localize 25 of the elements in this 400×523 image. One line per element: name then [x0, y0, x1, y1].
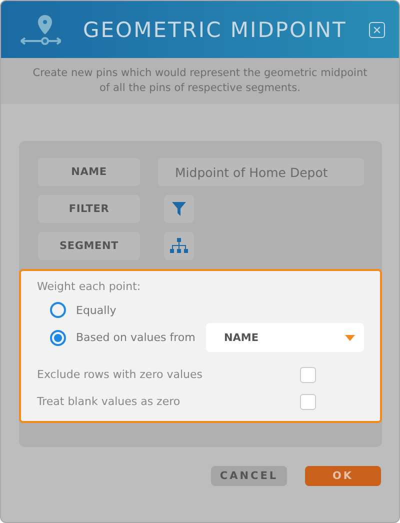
radio-button[interactable] — [50, 330, 66, 346]
checkbox[interactable] — [300, 366, 316, 382]
checkbox[interactable] — [300, 394, 316, 410]
column-dropdown[interactable]: NAME — [206, 323, 364, 352]
radio-button[interactable] — [50, 302, 66, 318]
ok-button[interactable]: OK — [305, 466, 381, 486]
field-label: NAME — [38, 158, 140, 186]
radio-label: Equally — [76, 304, 116, 316]
radio-label: Based on values from — [76, 331, 196, 344]
cancel-button[interactable]: CANCEL — [211, 466, 287, 486]
field-label: FILTER — [38, 195, 140, 223]
filter-icon — [172, 202, 186, 216]
checkbox-label: Treat blank values as zero — [37, 395, 180, 408]
checkbox-label: Exclude rows with zero values — [37, 368, 202, 381]
weight-label: Weight each point: — [37, 280, 142, 293]
field-label: SEGMENT — [38, 232, 140, 260]
dialog-description: Create new pins which would represent the geometric midpoint of all the pins of respective segments. — [1, 58, 399, 104]
pin-midpoint-icon — [19, 14, 61, 46]
segment-button[interactable] — [164, 232, 194, 260]
hierarchy-icon — [170, 238, 188, 254]
dialog-title: GEOMETRIC MIDPOINT — [83, 18, 348, 42]
name-field[interactable]: Midpoint of Home Depot — [158, 158, 364, 186]
caret-icon — [345, 334, 355, 340]
filter-button[interactable] — [164, 195, 194, 223]
close-button[interactable]: ✕ — [369, 22, 385, 38]
